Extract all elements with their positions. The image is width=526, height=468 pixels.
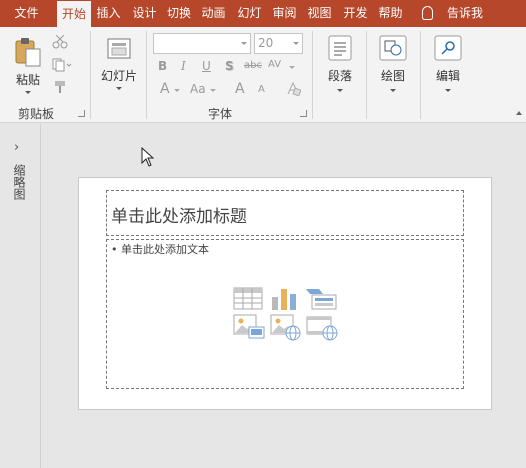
tell-me-label: 告诉我 bbox=[447, 6, 484, 20]
ribbon: 粘贴 剪贴板 幻灯片 20 B I U S abc AV A Aa A A 字体… bbox=[0, 27, 526, 123]
paste-icon bbox=[15, 38, 41, 67]
font-color-button[interactable]: A bbox=[160, 81, 170, 97]
tab-file[interactable]: 文件 bbox=[0, 0, 53, 27]
clipboard-launcher-icon[interactable] bbox=[78, 110, 85, 117]
insert-online-picture-icon[interactable] bbox=[270, 314, 302, 342]
tab-animations[interactable]: 动画 bbox=[197, 0, 230, 27]
chevron-down-icon bbox=[445, 89, 451, 92]
paragraph-icon bbox=[328, 35, 352, 61]
new-slide-button[interactable]: 幻灯片 bbox=[97, 31, 141, 101]
font-launcher-icon[interactable] bbox=[300, 110, 307, 117]
italic-button[interactable]: I bbox=[181, 59, 186, 73]
tab-developer[interactable]: 开发 bbox=[339, 0, 372, 27]
copy-icon[interactable] bbox=[52, 58, 72, 72]
tab-view[interactable]: 视图 bbox=[303, 0, 336, 27]
chevron-down-icon bbox=[390, 89, 396, 92]
character-spacing-button[interactable]: AV bbox=[268, 59, 281, 70]
group-divider bbox=[90, 31, 91, 119]
mouse-cursor-icon bbox=[141, 147, 155, 167]
shapes-icon bbox=[379, 35, 407, 61]
group-divider bbox=[312, 31, 313, 119]
decrease-font-button[interactable]: A bbox=[258, 84, 265, 95]
insert-video-icon[interactable] bbox=[306, 314, 338, 342]
group-divider bbox=[146, 31, 147, 119]
paragraph-button[interactable]: 段落 bbox=[320, 31, 360, 101]
slide-icon bbox=[107, 38, 131, 59]
drawing-label: 绘图 bbox=[380, 69, 405, 83]
group-divider bbox=[366, 31, 367, 119]
format-painter-icon[interactable] bbox=[52, 80, 68, 94]
font-name-combo[interactable] bbox=[153, 33, 251, 54]
editing-label: 编辑 bbox=[435, 69, 460, 83]
editing-button[interactable]: 编辑 bbox=[428, 31, 468, 101]
chevron-down-icon bbox=[289, 66, 295, 69]
tell-me-box[interactable]: 告诉我 bbox=[414, 0, 483, 27]
title-placeholder-text: 单击此处添加标题 bbox=[111, 207, 247, 227]
thumbnail-pane-label: 缩略图 bbox=[12, 164, 26, 200]
tab-review[interactable]: 审阅 bbox=[268, 0, 301, 27]
shadow-button[interactable]: S bbox=[225, 59, 234, 73]
chevron-down-icon bbox=[241, 42, 247, 45]
tab-help[interactable]: 帮助 bbox=[374, 0, 407, 27]
chevron-right-icon[interactable]: › bbox=[14, 140, 19, 155]
strikethrough-button[interactable]: abc bbox=[244, 60, 262, 71]
content-placeholder-text: • 单击此处添加文本 bbox=[111, 243, 209, 256]
tab-transitions[interactable]: 切换 bbox=[162, 0, 196, 27]
chevron-down-icon bbox=[293, 42, 299, 45]
tab-design[interactable]: 设计 bbox=[128, 0, 161, 27]
chevron-down-icon bbox=[116, 87, 122, 90]
increase-font-button[interactable]: A bbox=[235, 81, 245, 97]
chevron-down-icon bbox=[25, 91, 31, 94]
chevron-down-icon bbox=[174, 89, 180, 92]
group-divider bbox=[420, 31, 421, 119]
bold-button[interactable]: B bbox=[158, 59, 167, 73]
find-icon bbox=[434, 35, 462, 61]
collapse-ribbon-icon[interactable] bbox=[516, 111, 522, 115]
paste-label: 粘贴 bbox=[15, 73, 40, 87]
font-size-combo[interactable]: 20 bbox=[254, 33, 303, 54]
lightbulb-icon bbox=[422, 5, 433, 20]
clipboard-group-label: 剪贴板 bbox=[18, 107, 55, 121]
paste-button[interactable]: 粘贴 bbox=[10, 31, 46, 97]
title-placeholder[interactable]: 单击此处添加标题 bbox=[106, 190, 464, 236]
tab-insert[interactable]: 插入 bbox=[91, 0, 126, 27]
insert-picture-icon[interactable] bbox=[233, 314, 265, 340]
insert-smartart-icon[interactable] bbox=[305, 286, 337, 310]
insert-chart-icon[interactable] bbox=[270, 287, 298, 311]
tab-home[interactable]: 开始 bbox=[57, 1, 91, 27]
cut-icon[interactable] bbox=[52, 35, 68, 49]
chevron-down-icon bbox=[210, 89, 216, 92]
drawing-button[interactable]: 绘图 bbox=[373, 31, 413, 101]
chevron-down-icon bbox=[337, 89, 343, 92]
thumbnail-pane-collapsed[interactable]: › 缩略图 bbox=[0, 124, 41, 468]
font-size-value: 20 bbox=[258, 36, 274, 50]
insert-table-icon[interactable] bbox=[233, 287, 263, 310]
clear-formatting-icon[interactable] bbox=[285, 82, 301, 96]
ribbon-tab-bar: 文件 开始 插入 设计 切换 动画 幻灯 审阅 视图 开发 帮助 告诉我 bbox=[0, 0, 526, 27]
new-slide-label: 幻灯片 bbox=[100, 69, 137, 83]
underline-button[interactable]: U bbox=[202, 59, 211, 73]
paragraph-label: 段落 bbox=[327, 69, 352, 83]
tab-slideshow[interactable]: 幻灯 bbox=[233, 0, 266, 27]
font-group-label: 字体 bbox=[208, 107, 233, 121]
change-case-button[interactable]: Aa bbox=[190, 82, 206, 96]
